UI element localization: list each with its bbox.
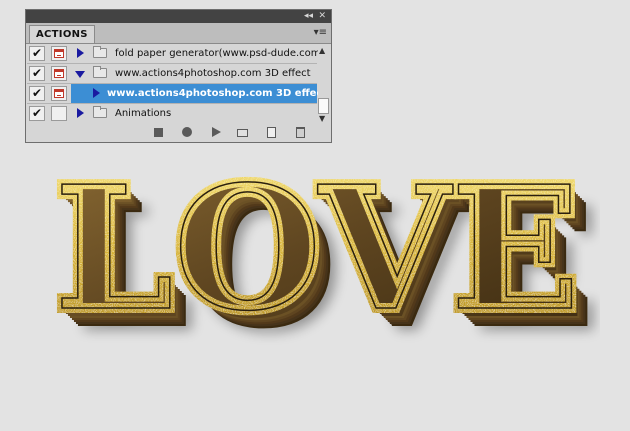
row-label-area[interactable]: www.actions4photoshop.com 3D effect xyxy=(71,84,327,103)
actions-list: ✔ fold paper generator(www.psd-dude.com)… xyxy=(27,44,327,124)
love-text-svg: LOVE LOVE LOVE LOVE LOVE LOVE LOVE LOVE … xyxy=(49,150,600,371)
dialog-icon xyxy=(54,89,64,98)
action-label: www.actions4photoshop.com 3D effect xyxy=(107,88,328,99)
record-icon[interactable] xyxy=(182,127,192,137)
folder-icon xyxy=(93,46,107,58)
toggle-checkbox[interactable]: ✔ xyxy=(29,106,45,121)
new-action-icon[interactable] xyxy=(267,127,276,138)
action-set-label: fold paper generator(www.psd-dude.com) xyxy=(115,48,325,59)
panel-menu-icon[interactable]: ▾≡ xyxy=(314,27,327,38)
tab-strip: ACTIONS ▾≡ xyxy=(26,23,331,44)
dialog-icon xyxy=(54,49,64,58)
scroll-down-icon[interactable]: ▼ xyxy=(319,114,325,123)
row-label-area[interactable]: www.actions4photoshop.com 3D effect xyxy=(71,64,317,83)
panel-title-bar[interactable]: ◂◂ ✕ xyxy=(26,10,331,23)
panel-bottom-toolbar xyxy=(26,123,331,142)
toggle-checkbox[interactable]: ✔ xyxy=(29,46,45,61)
stop-icon[interactable] xyxy=(154,128,163,137)
collapse-icon[interactable]: ◂◂ xyxy=(304,11,313,21)
new-set-icon[interactable] xyxy=(237,129,248,137)
expand-triangle-icon[interactable] xyxy=(77,108,84,118)
love-outline: LOVE xyxy=(54,150,580,349)
dialog-toggle-empty[interactable] xyxy=(51,106,67,121)
row-label-area[interactable]: fold paper generator(www.psd-dude.com) xyxy=(71,44,324,63)
folder-icon xyxy=(93,66,107,78)
action-set-label: Animations xyxy=(115,108,172,119)
scrollbar[interactable]: ▲ ▼ xyxy=(318,44,330,124)
toggle-checkbox[interactable]: ✔ xyxy=(29,66,45,81)
love-3d-artwork: LOVE LOVE LOVE LOVE LOVE LOVE LOVE LOVE … xyxy=(40,150,600,390)
close-icon[interactable]: ✕ xyxy=(318,11,326,21)
scroll-up-icon[interactable]: ▲ xyxy=(319,46,325,55)
dialog-toggle[interactable] xyxy=(51,46,67,61)
expand-triangle-icon[interactable] xyxy=(93,88,100,98)
action-set-row[interactable]: ✔ Animations xyxy=(27,104,317,124)
tab-actions[interactable]: ACTIONS xyxy=(29,25,95,43)
dialog-icon xyxy=(54,69,64,78)
toggle-checkbox[interactable]: ✔ xyxy=(29,86,45,101)
play-icon[interactable] xyxy=(212,127,221,137)
expand-triangle-icon[interactable] xyxy=(77,48,84,58)
dialog-toggle[interactable] xyxy=(51,66,67,81)
action-row-selected[interactable]: ✔ www.actions4photoshop.com 3D effect xyxy=(27,84,327,104)
folder-icon xyxy=(93,106,107,118)
action-set-row[interactable]: ✔ www.actions4photoshop.com 3D effect xyxy=(27,64,317,84)
trash-icon[interactable] xyxy=(296,127,305,138)
actions-panel: ◂◂ ✕ ACTIONS ▾≡ ✔ fold paper generator(w… xyxy=(25,9,332,143)
collapse-triangle-icon[interactable] xyxy=(75,71,85,78)
action-set-row[interactable]: ✔ fold paper generator(www.psd-dude.com) xyxy=(27,44,324,64)
scroll-thumb[interactable] xyxy=(318,98,329,114)
row-label-area[interactable]: Animations xyxy=(71,104,317,123)
action-set-label: www.actions4photoshop.com 3D effect xyxy=(115,68,311,79)
dialog-toggle[interactable] xyxy=(51,86,67,101)
